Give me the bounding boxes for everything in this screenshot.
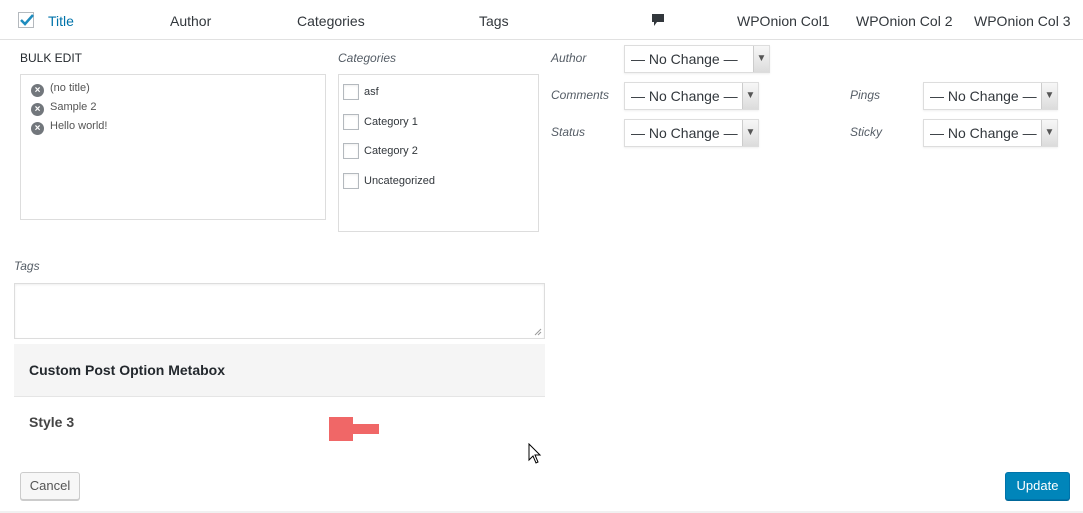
author-label: Author <box>551 51 587 65</box>
category-label: asf <box>364 86 379 98</box>
list-item: × Hello world! <box>31 118 108 135</box>
bulk-edit-panel: BULK EDIT × (no title) × Sample 2 × Hello w… <box>0 40 1083 511</box>
style-color-bar <box>353 424 379 434</box>
column-header-row: Title Author Categories Tags WPOnion Col… <box>0 0 1083 40</box>
chevron-down-icon: ▼ <box>753 46 769 72</box>
metabox-title: Custom Post Option Metabox <box>14 344 545 397</box>
bulk-titles-list: × (no title) × Sample 2 × Hello world! <box>20 74 326 220</box>
category-item[interactable]: Category 1 <box>343 114 418 132</box>
remove-circle-icon[interactable]: × <box>31 84 44 97</box>
remove-circle-icon[interactable]: × <box>31 103 44 116</box>
status-select[interactable]: — No Change — ▼ <box>624 119 759 147</box>
comments-select[interactable]: — No Change — ▼ <box>624 82 759 110</box>
post-title: Sample 2 <box>50 101 97 113</box>
category-checkbox[interactable] <box>343 173 359 190</box>
column-wponion-col1[interactable]: WPOnion Col1 <box>737 13 830 29</box>
chevron-down-icon: ▼ <box>742 120 758 146</box>
category-checkbox[interactable] <box>343 143 359 160</box>
column-tags[interactable]: Tags <box>479 13 509 29</box>
category-label: Category 2 <box>364 145 418 157</box>
author-select-value: — No Change — <box>631 51 738 67</box>
bulk-edit-heading: BULK EDIT <box>20 51 83 65</box>
status-label: Status <box>551 125 586 139</box>
list-item: × Sample 2 <box>31 99 97 116</box>
post-title: (no title) <box>50 82 90 94</box>
column-wponion-col3[interactable]: WPOnion Col 3 <box>974 13 1070 29</box>
column-categories[interactable]: Categories <box>297 13 365 29</box>
category-checkbox[interactable] <box>343 84 359 101</box>
cancel-button[interactable]: Cancel <box>20 472 80 500</box>
checkmark-icon <box>20 14 34 26</box>
categories-label: Categories <box>338 51 397 65</box>
comments-select-value: — No Change — <box>631 88 738 104</box>
remove-circle-icon[interactable]: × <box>31 122 44 135</box>
pings-select-value: — No Change — <box>930 88 1037 104</box>
author-select[interactable]: — No Change — ▼ <box>624 45 770 73</box>
post-title: Hello world! <box>50 120 108 132</box>
column-title[interactable]: Title <box>48 13 74 29</box>
chevron-down-icon: ▼ <box>1041 83 1057 109</box>
chevron-down-icon: ▼ <box>1041 120 1057 146</box>
category-label: Uncategorized <box>364 175 435 187</box>
category-item[interactable]: asf <box>343 84 379 102</box>
category-checkbox[interactable] <box>343 114 359 131</box>
style-color-swatch[interactable] <box>329 417 353 441</box>
sticky-select[interactable]: — No Change — ▼ <box>923 119 1058 147</box>
mouse-cursor-icon <box>528 443 542 464</box>
column-author[interactable]: Author <box>170 13 211 29</box>
category-item[interactable]: Category 2 <box>343 143 418 161</box>
tags-textarea[interactable] <box>14 283 545 339</box>
categories-checklist: asf Category 1 Category 2 Uncategorized <box>338 74 539 232</box>
comment-bubble-icon[interactable] <box>651 13 665 28</box>
style-label: Style 3 <box>29 414 75 430</box>
chevron-down-icon: ▼ <box>742 83 758 109</box>
category-item[interactable]: Uncategorized <box>343 173 435 191</box>
resize-grip-icon[interactable] <box>533 327 542 336</box>
pings-label: Pings <box>850 88 881 102</box>
tags-label: Tags <box>14 259 40 273</box>
sticky-select-value: — No Change — <box>930 125 1037 141</box>
status-select-value: — No Change — <box>631 125 738 141</box>
category-label: Category 1 <box>364 116 418 128</box>
sticky-label: Sticky <box>850 125 883 139</box>
column-wponion-col2[interactable]: WPOnion Col 2 <box>856 13 952 29</box>
comments-label: Comments <box>551 88 610 102</box>
update-button[interactable]: Update <box>1005 472 1070 500</box>
select-all-checkbox[interactable] <box>18 12 34 28</box>
pings-select[interactable]: — No Change — ▼ <box>923 82 1058 110</box>
list-item: × (no title) <box>31 80 90 97</box>
